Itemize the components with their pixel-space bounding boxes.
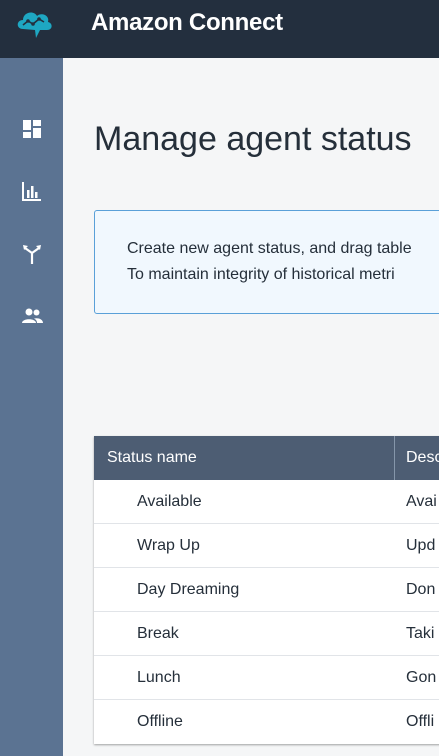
status-name-cell: Break [137,625,179,642]
status-name-cell: Day Dreaming [137,581,240,598]
status-description-cell: Upd [406,537,436,554]
status-name-cell: Wrap Up [137,537,200,554]
agent-status-table: Status name Desc Available Avai Wrap Up … [94,436,439,744]
status-name-cell: Available [137,493,202,510]
table-row[interactable]: Day Dreaming Don [94,568,439,612]
app-title: Amazon Connect [91,9,283,36]
column-divider[interactable] [394,436,395,480]
table-header: Status name Desc [94,436,439,480]
top-header: Amazon Connect [0,0,439,58]
status-description-cell: Offli [406,713,435,730]
info-text-line-1: Create new agent status, and drag table [127,240,412,257]
status-description-cell: Taki [406,625,435,642]
page-title: Manage agent status [94,120,412,158]
column-header-status-name[interactable]: Status name [107,436,387,480]
status-description-cell: Don [406,581,436,598]
info-alert: Create new agent status, and drag table … [94,210,439,314]
table-row[interactable]: Available Avai [94,480,439,524]
status-description-cell: Gon [406,669,437,686]
status-name-cell: Lunch [137,669,181,686]
main-content: Manage agent status Create new agent sta… [63,58,439,756]
routing-icon[interactable] [20,242,44,266]
users-icon[interactable] [20,304,44,328]
info-text-line-2: To maintain integrity of historical metr… [127,266,395,283]
sidebar [0,58,63,756]
dashboard-icon[interactable] [20,117,44,141]
table-row[interactable]: Offline Offli [94,700,439,744]
table-row[interactable]: Break Taki [94,612,439,656]
metrics-bar-chart-icon[interactable] [20,179,44,203]
table-row[interactable]: Wrap Up Upd [94,524,439,568]
status-name-cell: Offline [137,713,183,730]
status-description-cell: Avai [406,493,437,510]
amazon-connect-logo-icon[interactable] [14,7,54,41]
column-header-description[interactable]: Desc [406,436,439,480]
table-row[interactable]: Lunch Gon [94,656,439,700]
